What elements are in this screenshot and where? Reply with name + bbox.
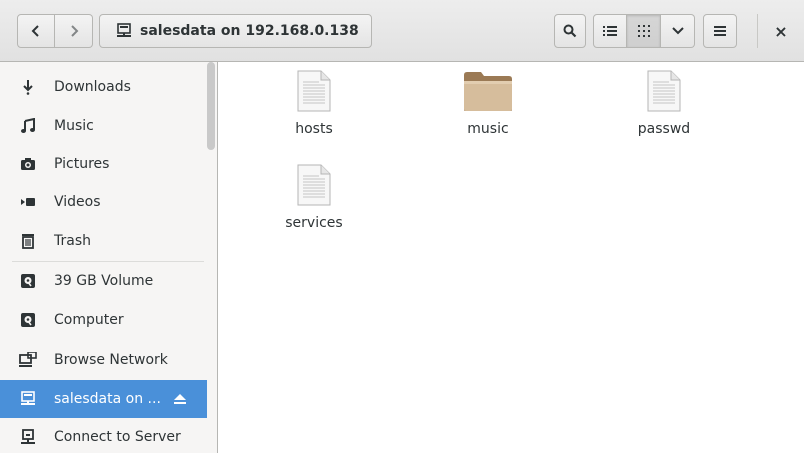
sidebar-item-connect-to-server[interactable]: Connect to Server [0, 418, 207, 453]
file-name: services [285, 215, 343, 231]
location-path-button[interactable]: salesdata on 192.168.0.138 [99, 14, 372, 48]
sidebar-scrollbar[interactable] [207, 62, 215, 150]
chevron-left-icon [31, 25, 39, 37]
camera-icon [19, 155, 37, 173]
location-label: salesdata on 192.168.0.138 [140, 23, 359, 39]
music-icon [19, 117, 37, 135]
location-prefix: salesdata on [140, 23, 246, 39]
network-share-icon [117, 23, 131, 37]
sidebar-item-computer[interactable]: Computer [0, 301, 207, 339]
sidebar-item-label: Videos [54, 194, 101, 210]
file-name: passwd [637, 121, 691, 137]
back-button[interactable] [17, 14, 55, 48]
navigation-buttons [17, 14, 93, 48]
sidebar-item-label: Browse Network [54, 352, 168, 368]
sidebar-item-downloads[interactable]: Downloads [0, 68, 207, 106]
header-separator [757, 14, 758, 48]
sidebar-item-39gb-volume[interactable]: 39 GB Volume [0, 262, 207, 300]
downloads-icon [19, 78, 37, 96]
file-name: hosts [295, 121, 333, 137]
search-button[interactable] [554, 14, 586, 48]
file-view: hosts music passwd services [219, 62, 804, 453]
sidebar-item-music[interactable]: Music [0, 107, 207, 145]
drive-icon [19, 272, 37, 290]
video-icon [19, 193, 37, 211]
close-button[interactable]: × [770, 20, 792, 42]
sidebar-item-label: Music [54, 118, 94, 134]
network-icon [19, 351, 37, 369]
hamburger-menu-icon [714, 26, 726, 36]
view-mode-buttons [593, 14, 695, 48]
file-item-music[interactable]: music [433, 70, 543, 137]
sidebar-item-label: salesdata on ... [54, 391, 161, 407]
list-view-button[interactable] [593, 14, 627, 48]
file-name: music [467, 121, 509, 137]
view-options-button[interactable] [661, 14, 695, 48]
server-icon [19, 428, 37, 446]
sidebar-item-label: Downloads [54, 79, 131, 95]
sidebar-item-label: 39 GB Volume [54, 273, 154, 289]
sidebar-item-videos[interactable]: Videos [0, 183, 207, 221]
header-bar: salesdata on 192.168.0.138 × [0, 0, 804, 62]
location-host: 192.168.0.138 [245, 23, 359, 39]
sidebar-item-label: Pictures [54, 156, 110, 172]
file-item-passwd[interactable]: passwd [609, 70, 719, 137]
sidebar-item-label: Computer [54, 312, 124, 328]
eject-icon[interactable] [173, 393, 187, 405]
sidebar-item-pictures[interactable]: Pictures [0, 145, 207, 183]
grid-view-button[interactable] [627, 14, 661, 48]
list-view-icon [603, 26, 617, 36]
chevron-down-icon [671, 27, 684, 35]
sidebar-item-browse-network[interactable]: Browse Network [0, 341, 207, 379]
folder-icon [464, 72, 512, 111]
sidebar-item-label: Connect to Server [54, 429, 181, 445]
grid-view-icon [637, 25, 650, 37]
sidebar-item-label: Trash [54, 233, 91, 249]
network-share-icon [19, 390, 37, 408]
document-icon [647, 70, 681, 112]
file-item-services[interactable]: services [259, 164, 369, 231]
file-item-hosts[interactable]: hosts [259, 70, 369, 137]
forward-button[interactable] [55, 14, 93, 48]
trash-icon [19, 232, 37, 250]
sidebar-item-trash[interactable]: Trash [0, 222, 207, 260]
sidebar-item-salesdata[interactable]: salesdata on ... [0, 380, 207, 418]
drive-icon [19, 311, 37, 329]
search-icon [563, 24, 577, 38]
chevron-right-icon [70, 25, 78, 37]
menu-button[interactable] [703, 14, 737, 48]
sidebar: Downloads Music Pictures Videos Trash 39… [0, 62, 218, 453]
document-icon [297, 70, 331, 112]
document-icon [297, 164, 331, 206]
